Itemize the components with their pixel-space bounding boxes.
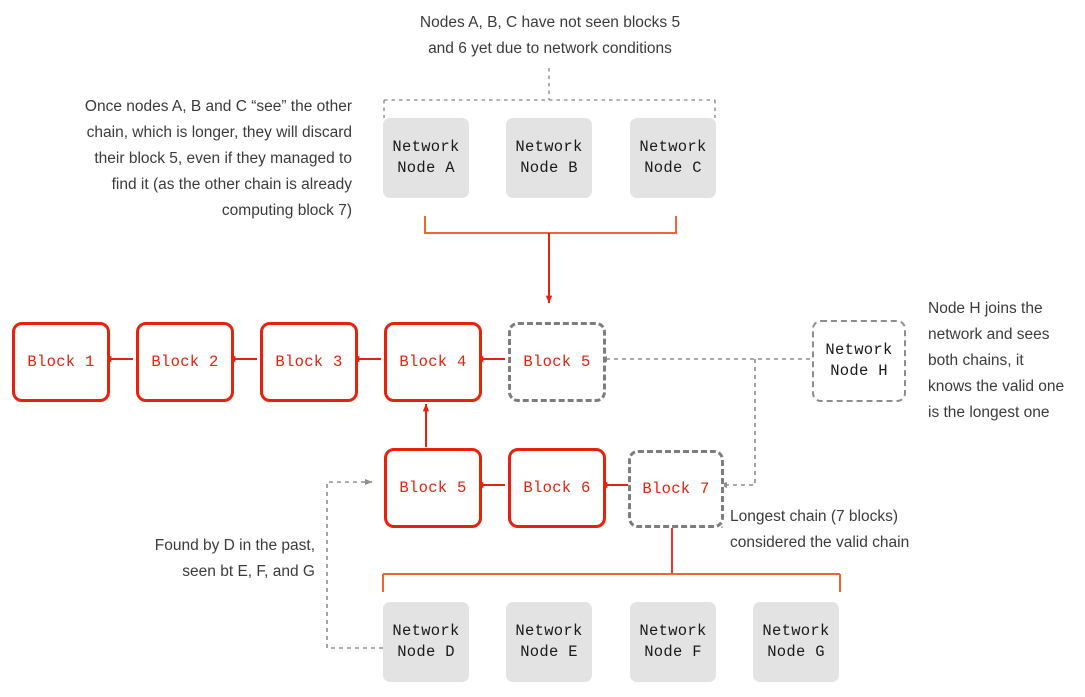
left-annotation: Once nodes A, B and C “see” the other ch… [84, 98, 352, 219]
block-5-longest[interactable]: Block 5 [384, 448, 482, 528]
network-node-h[interactable]: Network Node H [812, 320, 906, 402]
network-node-e[interactable]: Network Node E [506, 602, 592, 682]
blockchain-fork-diagram: Nodes A, B, C have not seen blocks 5 and… [0, 0, 1085, 697]
network-node-b[interactable]: Network Node B [506, 118, 592, 198]
network-node-d[interactable]: Network Node D [383, 602, 469, 682]
block-6[interactable]: Block 6 [508, 448, 606, 528]
network-node-a[interactable]: Network Node A [383, 118, 469, 198]
block-3[interactable]: Block 3 [260, 322, 358, 402]
top-annotation: Nodes A, B, C have not seen blocks 5 and… [419, 14, 681, 57]
network-node-c[interactable]: Network Node C [630, 118, 716, 198]
block-2[interactable]: Block 2 [136, 322, 234, 402]
network-node-g[interactable]: Network Node G [753, 602, 839, 682]
block-7-pending[interactable]: Block 7 [628, 450, 724, 528]
found-by-d-annotation: Found by D in the past, seen bt E, F, an… [154, 537, 315, 580]
abc-node-bracket [424, 216, 677, 234]
longest-chain-annotation: Longest chain (7 blocks) considered the … [730, 508, 910, 551]
network-node-f[interactable]: Network Node F [630, 602, 716, 682]
node-h-to-block7-link [719, 359, 756, 489]
node-h-annotation: Node H joins the network and sees both c… [928, 300, 1065, 421]
block-1[interactable]: Block 1 [12, 322, 110, 402]
node-d-to-lower-block5-link [326, 478, 383, 649]
orphaned-block-5[interactable]: Block 5 [508, 322, 606, 402]
block-4[interactable]: Block 4 [384, 322, 482, 402]
